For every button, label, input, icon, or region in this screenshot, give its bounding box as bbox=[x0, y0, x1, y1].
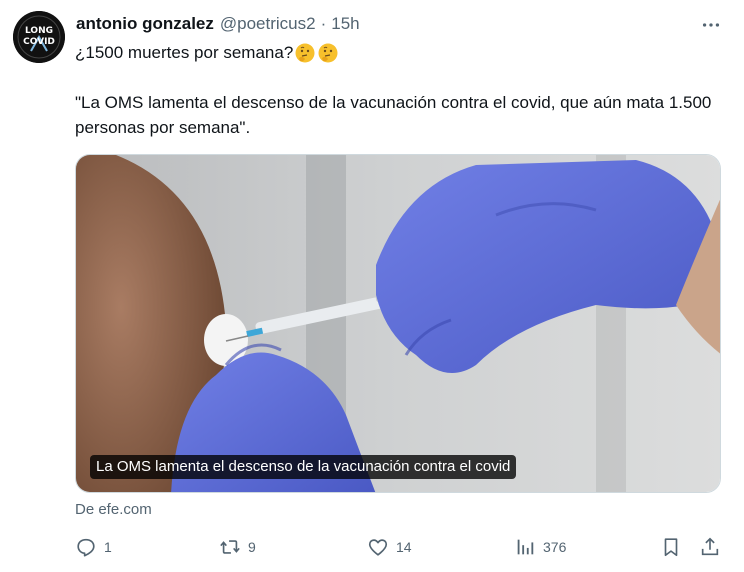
reply-icon bbox=[77, 538, 95, 557]
vaccine-photo bbox=[76, 155, 720, 492]
views-icon bbox=[517, 539, 534, 555]
like-count: 14 bbox=[396, 539, 412, 555]
like-icon bbox=[368, 539, 388, 556]
thinking-face-icon bbox=[295, 43, 315, 62]
bookmark-icon bbox=[664, 538, 678, 557]
media-card[interactable]: La OMS lamenta el descenso de la vacunac… bbox=[75, 154, 721, 493]
share-icon bbox=[701, 537, 719, 556]
thinking-face-icon bbox=[318, 43, 338, 62]
like-button[interactable]: 14 bbox=[367, 534, 412, 560]
reply-button[interactable]: 1 bbox=[75, 534, 112, 560]
tweet-line1: ¿1500 muertes por semana? bbox=[75, 40, 725, 65]
media-caption: La OMS lamenta el descenso de la vacunac… bbox=[90, 455, 517, 479]
tweet-header: antonio gonzalez @poetricus2 · 15h bbox=[76, 13, 360, 35]
more-icon bbox=[702, 23, 720, 27]
tweet-card[interactable]: LONG COVID antonio gonzalez @poetricus2 … bbox=[0, 0, 744, 572]
bookmark-button[interactable] bbox=[660, 534, 682, 560]
reply-count: 1 bbox=[104, 539, 112, 555]
retweet-count: 9 bbox=[248, 539, 256, 555]
retweet-button[interactable]: 9 bbox=[219, 534, 256, 560]
tweet-question: ¿1500 muertes por semana? bbox=[75, 43, 294, 62]
avatar[interactable]: LONG COVID bbox=[13, 11, 65, 63]
timestamp[interactable]: 15h bbox=[331, 14, 359, 34]
views-count: 376 bbox=[543, 539, 567, 555]
link-source[interactable]: De efe.com bbox=[75, 501, 152, 518]
user-handle[interactable]: @poetricus2 bbox=[220, 14, 316, 34]
action-bar: 1 9 14 376 bbox=[0, 534, 744, 560]
display-name[interactable]: antonio gonzalez bbox=[76, 14, 214, 34]
share-button[interactable] bbox=[699, 534, 721, 560]
views-button[interactable]: 376 bbox=[514, 534, 566, 560]
avatar-text-line2: COVID bbox=[23, 37, 55, 47]
more-button[interactable] bbox=[698, 12, 724, 38]
avatar-text-line1: LONG bbox=[25, 26, 53, 36]
retweet-icon bbox=[220, 540, 240, 554]
tweet-text: ¿1500 muertes por semana? "La OMS lament… bbox=[75, 40, 725, 140]
tweet-quote: "La OMS lamenta el descenso de la vacuna… bbox=[75, 93, 712, 137]
separator-dot: · bbox=[320, 14, 327, 33]
